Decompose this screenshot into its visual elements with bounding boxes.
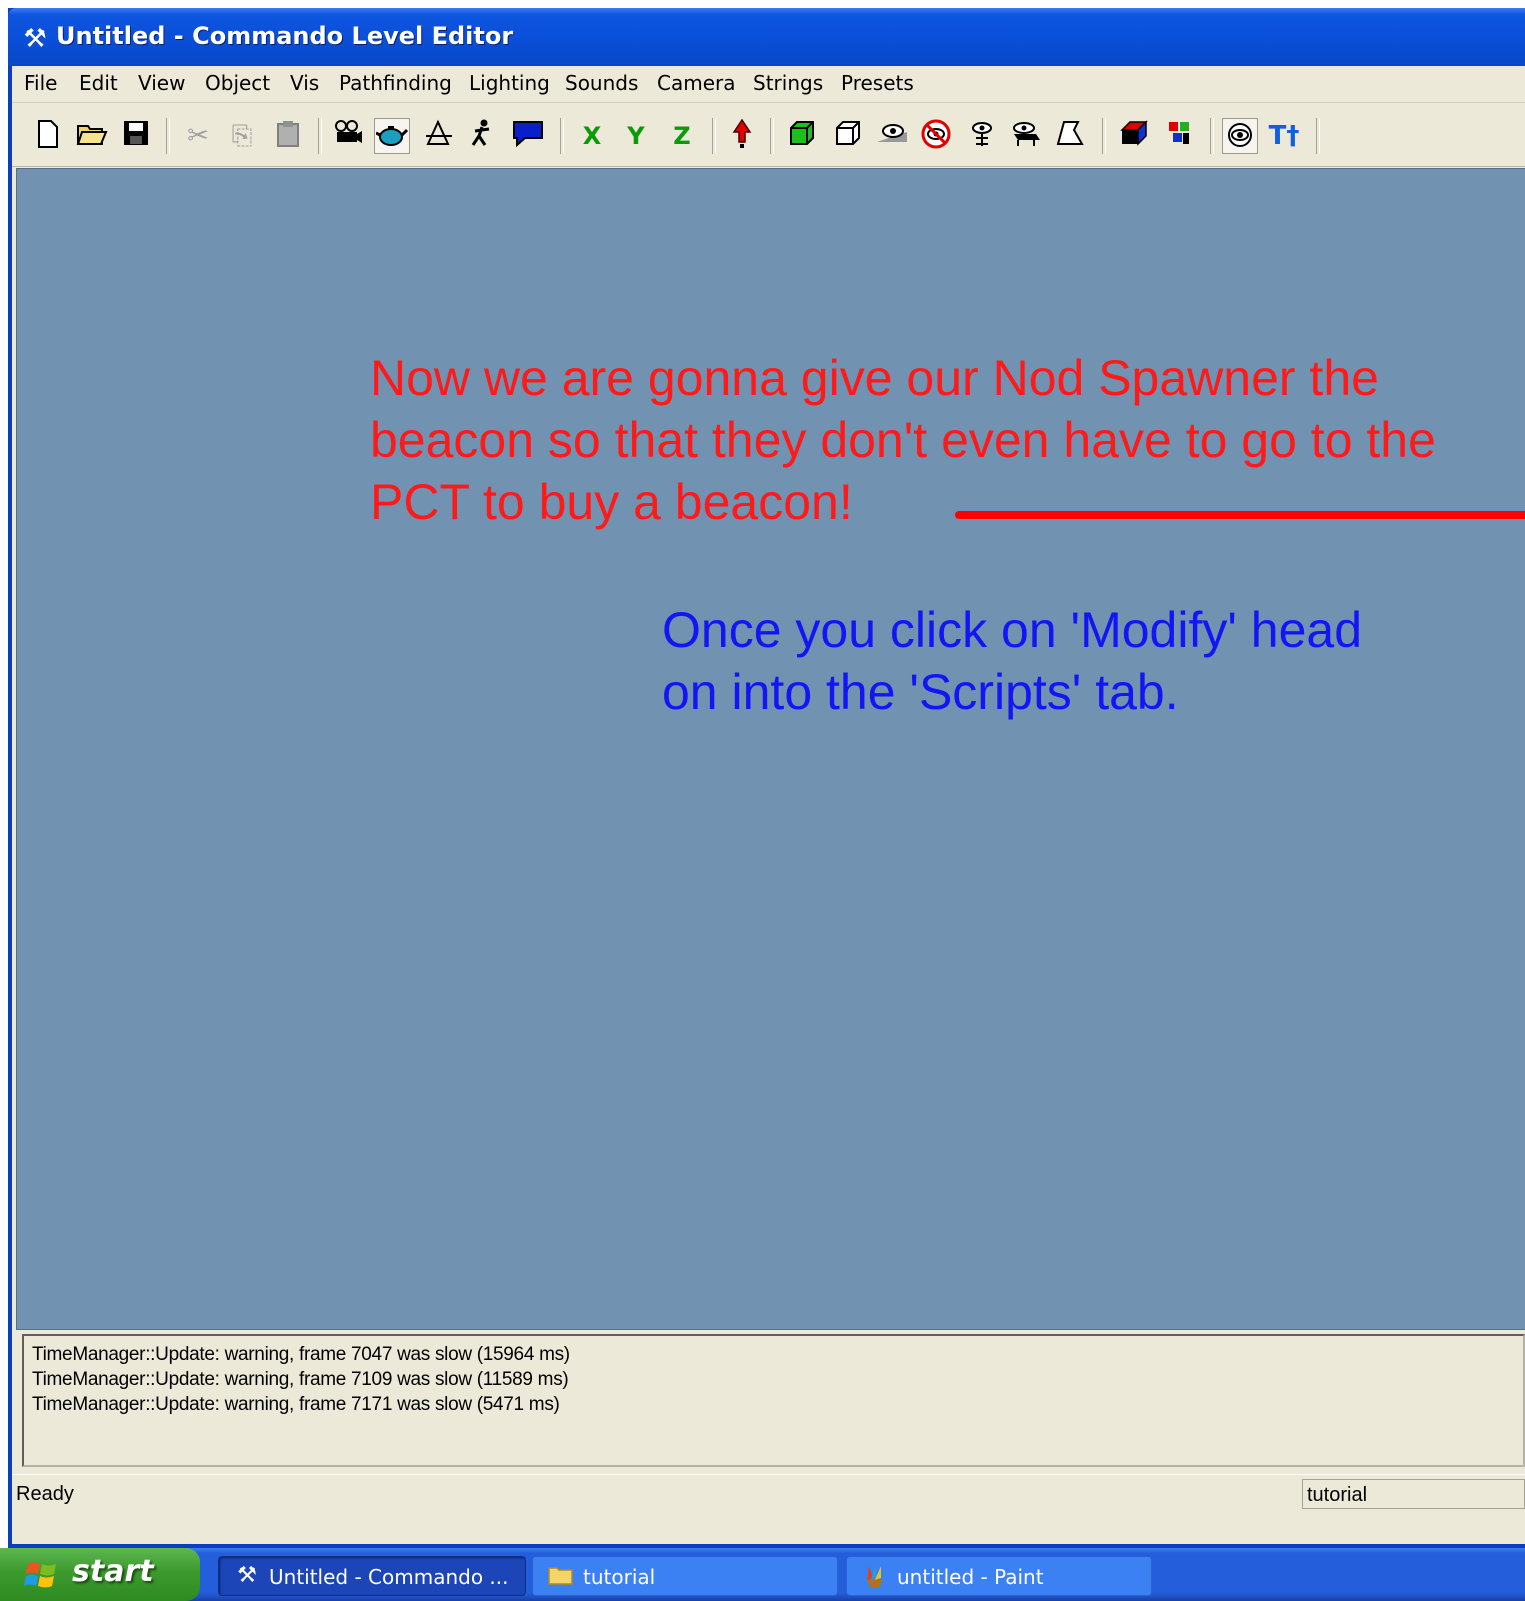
start-button[interactable]: start — [0, 1548, 200, 1601]
eye-plane-icon[interactable] — [874, 118, 910, 154]
green-cube-icon[interactable] — [784, 118, 820, 154]
axis-y-button[interactable]: Y — [618, 118, 654, 154]
colored-cube-icon[interactable] — [1116, 118, 1152, 154]
polygon-icon[interactable] — [1052, 118, 1088, 154]
teapot-icon[interactable] — [374, 118, 410, 154]
task-label: Untitled - Commando ... — [269, 1565, 509, 1589]
task-label: untitled - Paint — [897, 1565, 1044, 1589]
main-window: ⚒ Untitled - Commando Level Editor File … — [8, 8, 1525, 1548]
save-icon[interactable] — [118, 118, 154, 154]
red-underline — [955, 511, 1525, 519]
menu-file[interactable]: File — [24, 71, 57, 95]
flag-icon[interactable] — [510, 118, 546, 154]
tools-icon: ⚒ — [237, 1563, 257, 1588]
taskbar: start ⚒ Untitled - Commando ... tutorial… — [0, 1548, 1525, 1601]
toolbar-separator — [318, 118, 322, 154]
red-arrow-icon[interactable] — [724, 118, 760, 154]
status-text: Ready — [16, 1483, 74, 1505]
blue-annotation: Once you click on 'Modify' head on into … — [662, 599, 1362, 723]
camera-icon[interactable] — [330, 118, 366, 154]
cut-icon: ✂ — [187, 121, 209, 151]
menu-presets[interactable]: Presets — [841, 71, 914, 95]
blue-annotation-line: Once you click on 'Modify' head — [662, 602, 1362, 658]
task-tutorial-folder[interactable]: tutorial — [532, 1556, 838, 1596]
no-eye-icon[interactable] — [918, 118, 954, 154]
red-annotation: Now we are gonna give our Nod Spawner th… — [370, 347, 1525, 533]
toolbar-separator — [712, 118, 716, 154]
menu-view[interactable]: View — [138, 71, 185, 95]
log-line: TimeManager::Update: warning, frame 7171… — [32, 1394, 560, 1415]
status-pane-text: tutorial — [1307, 1484, 1368, 1506]
toolbar-separator — [770, 118, 774, 154]
toolbar-separator — [1316, 118, 1320, 154]
menu-object[interactable]: Object — [205, 71, 270, 95]
windows-logo-icon — [24, 1562, 56, 1588]
eye-camera-icon[interactable] — [1008, 118, 1044, 154]
red-annotation-line: beacon so that they don't even have to g… — [370, 412, 1436, 468]
menu-lighting[interactable]: Lighting — [469, 71, 550, 95]
status-bar: Ready tutorial — [12, 1474, 1525, 1511]
title-bar[interactable]: ⚒ Untitled - Commando Level Editor — [8, 8, 1525, 66]
palette-icon[interactable] — [1162, 118, 1198, 154]
new-file-icon[interactable] — [30, 118, 66, 154]
blue-annotation-line: on into the 'Scripts' tab. — [662, 664, 1179, 720]
menu-sounds[interactable]: Sounds — [565, 71, 638, 95]
folder-icon — [547, 1564, 575, 1588]
open-folder-icon[interactable] — [74, 118, 110, 154]
toolbar-separator — [1210, 118, 1214, 154]
client-area: File Edit View Object Vis Pathfinding Li… — [12, 66, 1525, 1544]
menu-edit[interactable]: Edit — [79, 71, 118, 95]
task-paint[interactable]: untitled - Paint — [846, 1556, 1152, 1596]
menu-camera[interactable]: Camera — [657, 71, 736, 95]
axis-gizmo-icon[interactable] — [420, 118, 456, 154]
paste-icon — [270, 118, 306, 154]
menu-vis[interactable]: Vis — [290, 71, 319, 95]
toolbar: ✂ ⎘ X Y Z T† — [12, 104, 1525, 167]
red-annotation-line: Now we are gonna give our Nod Spawner th… — [370, 350, 1379, 406]
output-log[interactable]: TimeManager::Update: warning, frame 7047… — [22, 1334, 1525, 1467]
toolbar-separator — [1102, 118, 1106, 154]
axis-z-button[interactable]: Z — [664, 118, 700, 154]
menu-pathfinding[interactable]: Pathfinding — [339, 71, 452, 95]
status-pane: tutorial — [1302, 1479, 1525, 1509]
task-level-editor[interactable]: ⚒ Untitled - Commando ... — [218, 1556, 526, 1596]
visibility-eye-icon[interactable] — [1222, 118, 1258, 154]
red-annotation-line: PCT to buy a beacon! — [370, 474, 853, 530]
axis-x-button[interactable]: X — [574, 118, 610, 154]
toolbar-separator — [560, 118, 564, 154]
log-line: TimeManager::Update: warning, frame 7109… — [32, 1369, 569, 1390]
tools-icon: ⚒ — [23, 23, 47, 53]
start-label: start — [72, 1554, 154, 1589]
menu-bar: File Edit View Object Vis Pathfinding Li… — [12, 66, 1525, 103]
wire-cube-icon[interactable] — [830, 118, 866, 154]
character-icon[interactable] — [464, 118, 500, 154]
paint-icon — [861, 1564, 889, 1588]
window-title: Untitled - Commando Level Editor — [56, 22, 514, 50]
toolbar-separator — [166, 118, 170, 154]
log-line: TimeManager::Update: warning, frame 7047… — [32, 1344, 570, 1365]
task-label: tutorial — [583, 1565, 656, 1589]
copy-icon: ⎘ — [231, 121, 253, 151]
text-tool-button[interactable]: T† — [1266, 118, 1302, 154]
3d-viewport[interactable]: Now we are gonna give our Nod Spawner th… — [16, 168, 1525, 1330]
eye-up-icon[interactable] — [964, 118, 1000, 154]
menu-strings[interactable]: Strings — [753, 71, 823, 95]
